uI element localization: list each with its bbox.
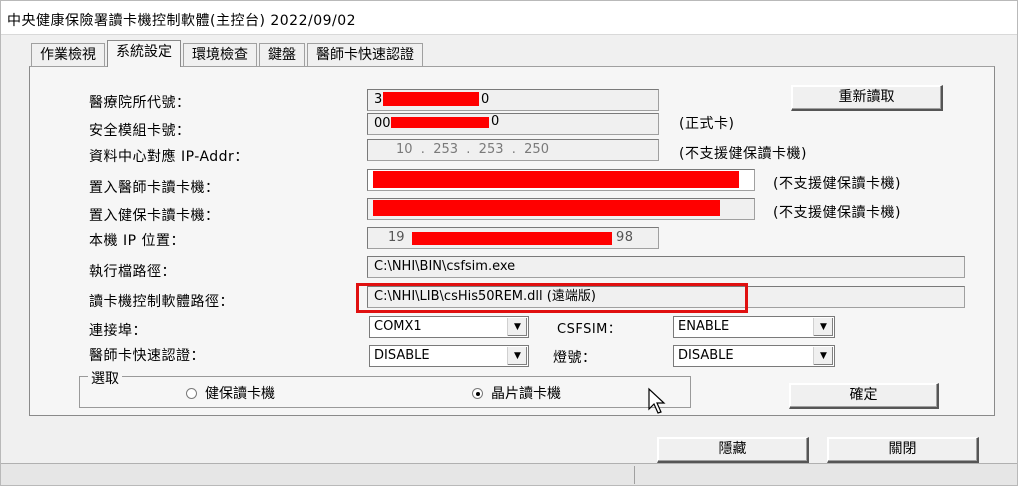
redacted-block [373, 171, 739, 188]
tab-keyboard[interactable]: 鍵盤 [259, 43, 305, 67]
chevron-down-icon[interactable]: ▼ [507, 318, 527, 336]
title-bar: 中央健康保險署讀卡機控制軟體(主控台) 2022/09/02 [1, 1, 1017, 35]
status-divider [634, 466, 635, 484]
fast-auth-select[interactable]: DISABLE ▼ [369, 345, 529, 367]
doctor-reader-note: (不支援健保讀卡機) [773, 176, 901, 192]
datacenter-ip-note: (不支援健保讀卡機) [679, 146, 807, 162]
mouse-cursor-icon [648, 387, 666, 414]
exe-path-field[interactable]: C:\NHI\BIN\csfsim.exe [367, 256, 965, 278]
sam-card-note: (正式卡) [679, 116, 735, 132]
hospital-code-suffix: 0 [481, 92, 490, 107]
port-label: 連接埠： [89, 323, 147, 339]
radio-chip-reader[interactable]: 晶片讀卡機 [472, 383, 561, 403]
exe-path-label: 執行檔路徑： [89, 264, 176, 280]
status-bar [1, 463, 1017, 485]
csfsim-value: ENABLE [678, 319, 730, 334]
datacenter-ip-field[interactable]: 10 . 253 . 253 . 250 [367, 139, 659, 161]
tab-environment-check[interactable]: 環境檢查 [183, 43, 257, 67]
tab-strip: 作業檢視 系統設定 環境檢查 鍵盤 醫師卡快速認證 [31, 40, 425, 67]
fast-auth-label: 醫師卡快速認證： [89, 348, 205, 364]
doctor-reader-label: 置入醫師卡讀卡機： [89, 180, 220, 196]
tab-job-view[interactable]: 作業檢視 [31, 43, 105, 67]
sam-card-label: 安全模組卡號： [89, 123, 191, 139]
tab-system-settings[interactable]: 系統設定 [107, 40, 181, 67]
reload-button[interactable]: 重新讀取 [791, 85, 943, 111]
light-label: 燈號： [553, 350, 597, 366]
radio-selected-icon[interactable] [472, 388, 483, 399]
main-window: 中央健康保險署讀卡機控制軟體(主控台) 2022/09/02 作業檢視 系統設定… [0, 0, 1018, 486]
close-button[interactable]: 關閉 [827, 437, 979, 463]
confirm-button[interactable]: 確定 [789, 383, 939, 409]
light-select[interactable]: DISABLE ▼ [673, 345, 835, 367]
sam-card-suffix: 0 [491, 114, 500, 129]
nhi-reader-note: (不支援健保讀卡機) [773, 205, 901, 221]
group-legend: 選取 [88, 368, 122, 388]
window-title: 中央健康保險署讀卡機控制軟體(主控台) 2022/09/02 [7, 13, 357, 29]
csfsim-label: CSFSIM： [557, 322, 622, 337]
radio-nhi-label: 健保讀卡機 [205, 386, 275, 402]
sam-card-prefix: 00 [374, 116, 391, 131]
port-value: COMX1 [374, 319, 422, 334]
hide-button[interactable]: 隱藏 [657, 437, 809, 463]
chevron-down-icon[interactable]: ▼ [813, 318, 833, 336]
dll-path-label: 讀卡機控制軟體路徑： [89, 294, 234, 310]
redacted-block [412, 232, 612, 245]
hospital-code-prefix: 3 [374, 92, 383, 107]
hospital-code-label: 醫療院所代號： [89, 95, 191, 111]
local-ip-prefix: 19 [388, 230, 405, 245]
light-value: DISABLE [678, 348, 734, 363]
nhi-reader-label: 置入健保卡讀卡機： [89, 208, 220, 224]
port-select[interactable]: COMX1 ▼ [369, 316, 529, 338]
local-ip-suffix: 98 [616, 230, 634, 245]
redacted-block [373, 200, 720, 216]
radio-chip-label: 晶片讀卡機 [491, 386, 561, 402]
datacenter-ip-label: 資料中心對應 IP-Addr： [89, 149, 249, 165]
radio-nhi-reader[interactable]: 健保讀卡機 [186, 383, 275, 403]
redacted-block [391, 117, 489, 128]
radio-icon[interactable] [186, 388, 197, 399]
fast-auth-value: DISABLE [374, 348, 430, 363]
redacted-block [383, 92, 479, 106]
tab-doctor-fast-auth[interactable]: 醫師卡快速認證 [307, 43, 423, 67]
local-ip-label: 本機 IP 位置： [89, 233, 185, 249]
reader-select-group: 選取 健保讀卡機 晶片讀卡機 [79, 368, 691, 408]
csfsim-select[interactable]: ENABLE ▼ [673, 316, 835, 338]
chevron-down-icon[interactable]: ▼ [507, 347, 527, 365]
chevron-down-icon[interactable]: ▼ [813, 347, 833, 365]
highlight-box [356, 283, 748, 313]
